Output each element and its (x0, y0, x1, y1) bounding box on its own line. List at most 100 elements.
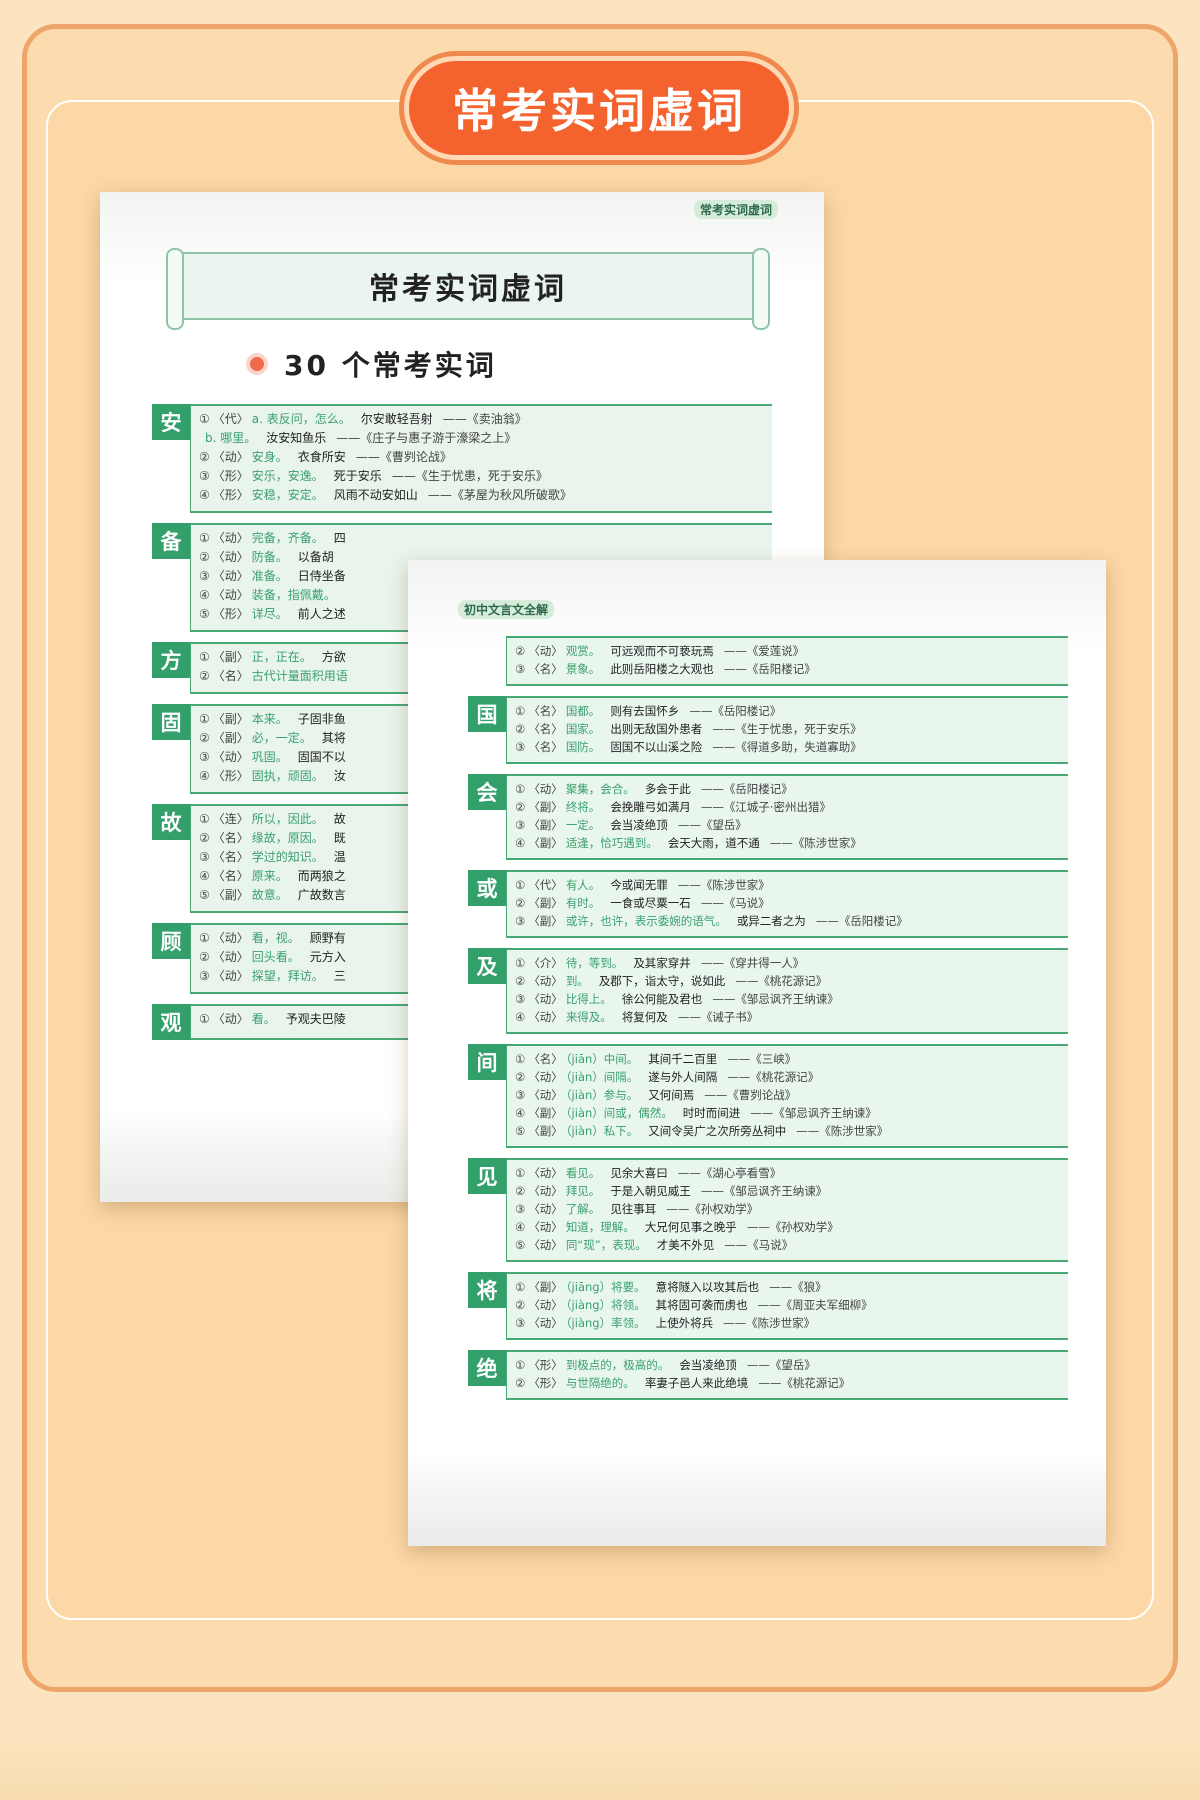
sense-number: ④ (199, 588, 210, 602)
headword-char: 及 (468, 948, 506, 984)
definition-line: ① 〈介〉 待，等到。 及其家穿井 ——《穿井得一人》 (515, 954, 1060, 972)
definition-list: ① 〈代〉 有人。 今或闻无罪 ——《陈涉世家》 ② 〈副〉 有时。 一食或尽粟一石 ——《马说》… (506, 870, 1068, 938)
sense-number: ③ (515, 818, 526, 832)
meaning-text: （jiàn）私下。 (565, 1124, 639, 1138)
sense-number: ⑤ (199, 888, 210, 902)
example-text: 才美不外见 (656, 1238, 715, 1252)
part-of-speech: 〈副〉 (528, 914, 563, 928)
title-badge: 常考实词虚词 (404, 56, 794, 160)
part-of-speech: 〈动〉 (528, 1088, 563, 1102)
meaning-text: 故意。 (251, 888, 288, 902)
source-text: ——《江城子·密州出猎》 (700, 800, 831, 814)
sense-number: ② (199, 669, 210, 683)
sense-number: ① (199, 531, 210, 545)
sense-number: ③ (515, 1202, 526, 1216)
source-text: ——《得道多助，失道寡助》 (712, 740, 862, 754)
meaning-text: 拜见。 (565, 1184, 601, 1198)
definition-line: ② 〈动〉 到。 及郡下，诣太守，说如此 ——《桃花源记》 (515, 972, 1060, 990)
source-text: ——《生于忧患，死于安乐》 (391, 469, 548, 483)
meaning-text: 回头看。 (251, 950, 300, 964)
source-text: ——《邹忌讽齐王纳谏》 (750, 1106, 877, 1120)
definition-line: ③ 〈名〉 国防。 固国不以山溪之险 ——《得道多助，失道寡助》 (515, 738, 1060, 756)
meaning-text: 国都。 (565, 704, 601, 718)
definition-line: ② 〈副〉 终将。 会挽雕弓如满月 ——《江城子·密州出猎》 (515, 798, 1060, 816)
meaning-text: （jiàng）率领。 (565, 1316, 646, 1330)
part-of-speech: 〈代〉 (528, 878, 563, 892)
meaning-text: （jiāng）将要。 (565, 1280, 646, 1294)
part-of-speech: 〈动〉 (528, 1202, 563, 1216)
part-of-speech: 〈形〉 (528, 1358, 563, 1372)
definition-line: ③ 〈动〉 （jiàng）率领。 上使外将兵 ——《陈涉世家》 (515, 1314, 1060, 1332)
source-text: ——《生于忧患，死于安乐》 (712, 722, 862, 736)
word-entry: 或 ① 〈代〉 有人。 今或闻无罪 ——《陈涉世家》 ② 〈副〉 有时。 一食或尽粟一石 ——《马说… (468, 870, 1068, 938)
example-text: 会天大雨，道不通 (667, 836, 760, 850)
sense-number: ① (199, 412, 210, 426)
sense-number: ① (199, 812, 210, 826)
part-of-speech: 〈副〉 (528, 896, 563, 910)
example-text: 大兄何见事之晚乎 (644, 1220, 737, 1234)
part-of-speech: 〈动〉 (212, 750, 249, 764)
meaning-text: 正，正在。 (251, 650, 312, 664)
definition-line: b. 哪里。 汝安知鱼乐 ——《庄子与惠子游于濠梁之上》 (199, 429, 764, 448)
meaning-text: 古代计量面积用语 (251, 669, 348, 683)
example-text: 于是入朝见威王 (610, 1184, 691, 1198)
headword-char: 或 (468, 870, 506, 906)
example-text: 见余大喜曰 (610, 1166, 668, 1180)
scroll-banner: 常考实词虚词 (166, 248, 770, 330)
definition-line: ③ 〈动〉 比得上。 徐公何能及君也 ——《邹忌讽齐王纳谏》 (515, 990, 1060, 1008)
example-text: 又何间焉 (648, 1088, 695, 1102)
example-text: 意将隧入以攻其后也 (655, 1280, 760, 1294)
source-text: ——《望岳》 (746, 1358, 816, 1372)
source-text: ——《孙权劝学》 (746, 1220, 839, 1234)
headword-char: 安 (152, 404, 190, 440)
example-text: 死于安乐 (333, 469, 382, 483)
sense-number: ② (515, 1184, 526, 1198)
definition-line: ① 〈名〉 （jiān）中间。 其间千二百里 ——《三峡》 (515, 1050, 1060, 1068)
example-text: 子固非鱼 (297, 712, 346, 726)
banner-title: 常考实词虚词 (452, 84, 746, 138)
meaning-text: 比得上。 (565, 992, 612, 1006)
definition-line: ② 〈动〉 安身。 衣食所安 ——《曹刿论战》 (199, 448, 764, 467)
part-of-speech: 〈副〉 (528, 800, 563, 814)
definition-line: ② 〈动〉 观赏。 可远观而不可亵玩焉 ——《爱莲说》 (515, 642, 1060, 660)
meaning-text: （jiàn）间或，偶然。 (565, 1106, 673, 1120)
sense-number: ④ (515, 1010, 526, 1024)
meaning-text: 知道，理解。 (565, 1220, 635, 1234)
part-of-speech: 〈介〉 (528, 956, 563, 970)
sense-number: ⑤ (199, 607, 210, 621)
sense-number: ④ (515, 1220, 526, 1234)
part-of-speech: 〈副〉 (528, 818, 563, 832)
sense-number: ③ (515, 662, 526, 676)
sense-number: ④ (515, 1106, 526, 1120)
source-text: ——《陈涉世家》 (677, 878, 770, 892)
source-text: ——《爱莲说》 (723, 644, 805, 658)
definition-line: ③ 〈形〉 安乐，安逸。 死于安乐 ——《生于忧患，死于安乐》 (199, 467, 764, 486)
section-heading: 30 个常考实词 (220, 342, 680, 386)
meaning-text: 准备。 (251, 569, 288, 583)
definition-line: ③ 〈副〉 或许，也许，表示委婉的语气。 或异二者之为 ——《岳阳楼记》 (515, 912, 1060, 930)
meaning-text: 国家。 (565, 722, 601, 736)
example-text: 四 (333, 531, 346, 545)
sense-number: ② (515, 1376, 526, 1390)
definition-list: ① 〈代〉 a. 表反问，怎么。 尔安敢轻吾射 ——《卖油翁》 b. 哪里。 汝安知鱼乐 ——… (190, 404, 772, 513)
definition-line: ① 〈代〉 有人。 今或闻无罪 ——《陈涉世家》 (515, 876, 1060, 894)
example-text: 及其家穿井 (633, 956, 691, 970)
definition-line: ① 〈代〉 a. 表反问，怎么。 尔安敢轻吾射 ——《卖油翁》 (199, 410, 764, 429)
sense-number: ③ (199, 850, 210, 864)
source-text: ——《庄子与惠子游于濠梁之上》 (336, 431, 517, 445)
headword-char: 故 (152, 804, 190, 840)
sense-number: ⑤ (515, 1238, 526, 1252)
example-text: 率妻子邑人来此绝境 (644, 1376, 749, 1390)
source-text: ——《陈涉世家》 (723, 1316, 816, 1330)
example-text: 元方入 (309, 950, 346, 964)
part-of-speech: 〈动〉 (528, 1298, 563, 1312)
part-of-speech: 〈连〉 (212, 812, 249, 826)
part-of-speech: 〈动〉 (528, 1166, 563, 1180)
example-text: 见往事耳 (610, 1202, 657, 1216)
word-entry: 安 ① 〈代〉 a. 表反问，怎么。 尔安敢轻吾射 ——《卖油翁》 b. 哪里。 汝安知鱼乐 —… (152, 404, 772, 513)
sense-number: ⑤ (515, 1124, 526, 1138)
meaning-text: b. 哪里。 (205, 431, 257, 445)
definition-line: ④ 〈动〉 知道，理解。 大兄何见事之晚乎 ——《孙权劝学》 (515, 1218, 1060, 1236)
example-text: 予观夫巴陵 (285, 1012, 346, 1026)
source-text: ——《孙权劝学》 (666, 1202, 759, 1216)
